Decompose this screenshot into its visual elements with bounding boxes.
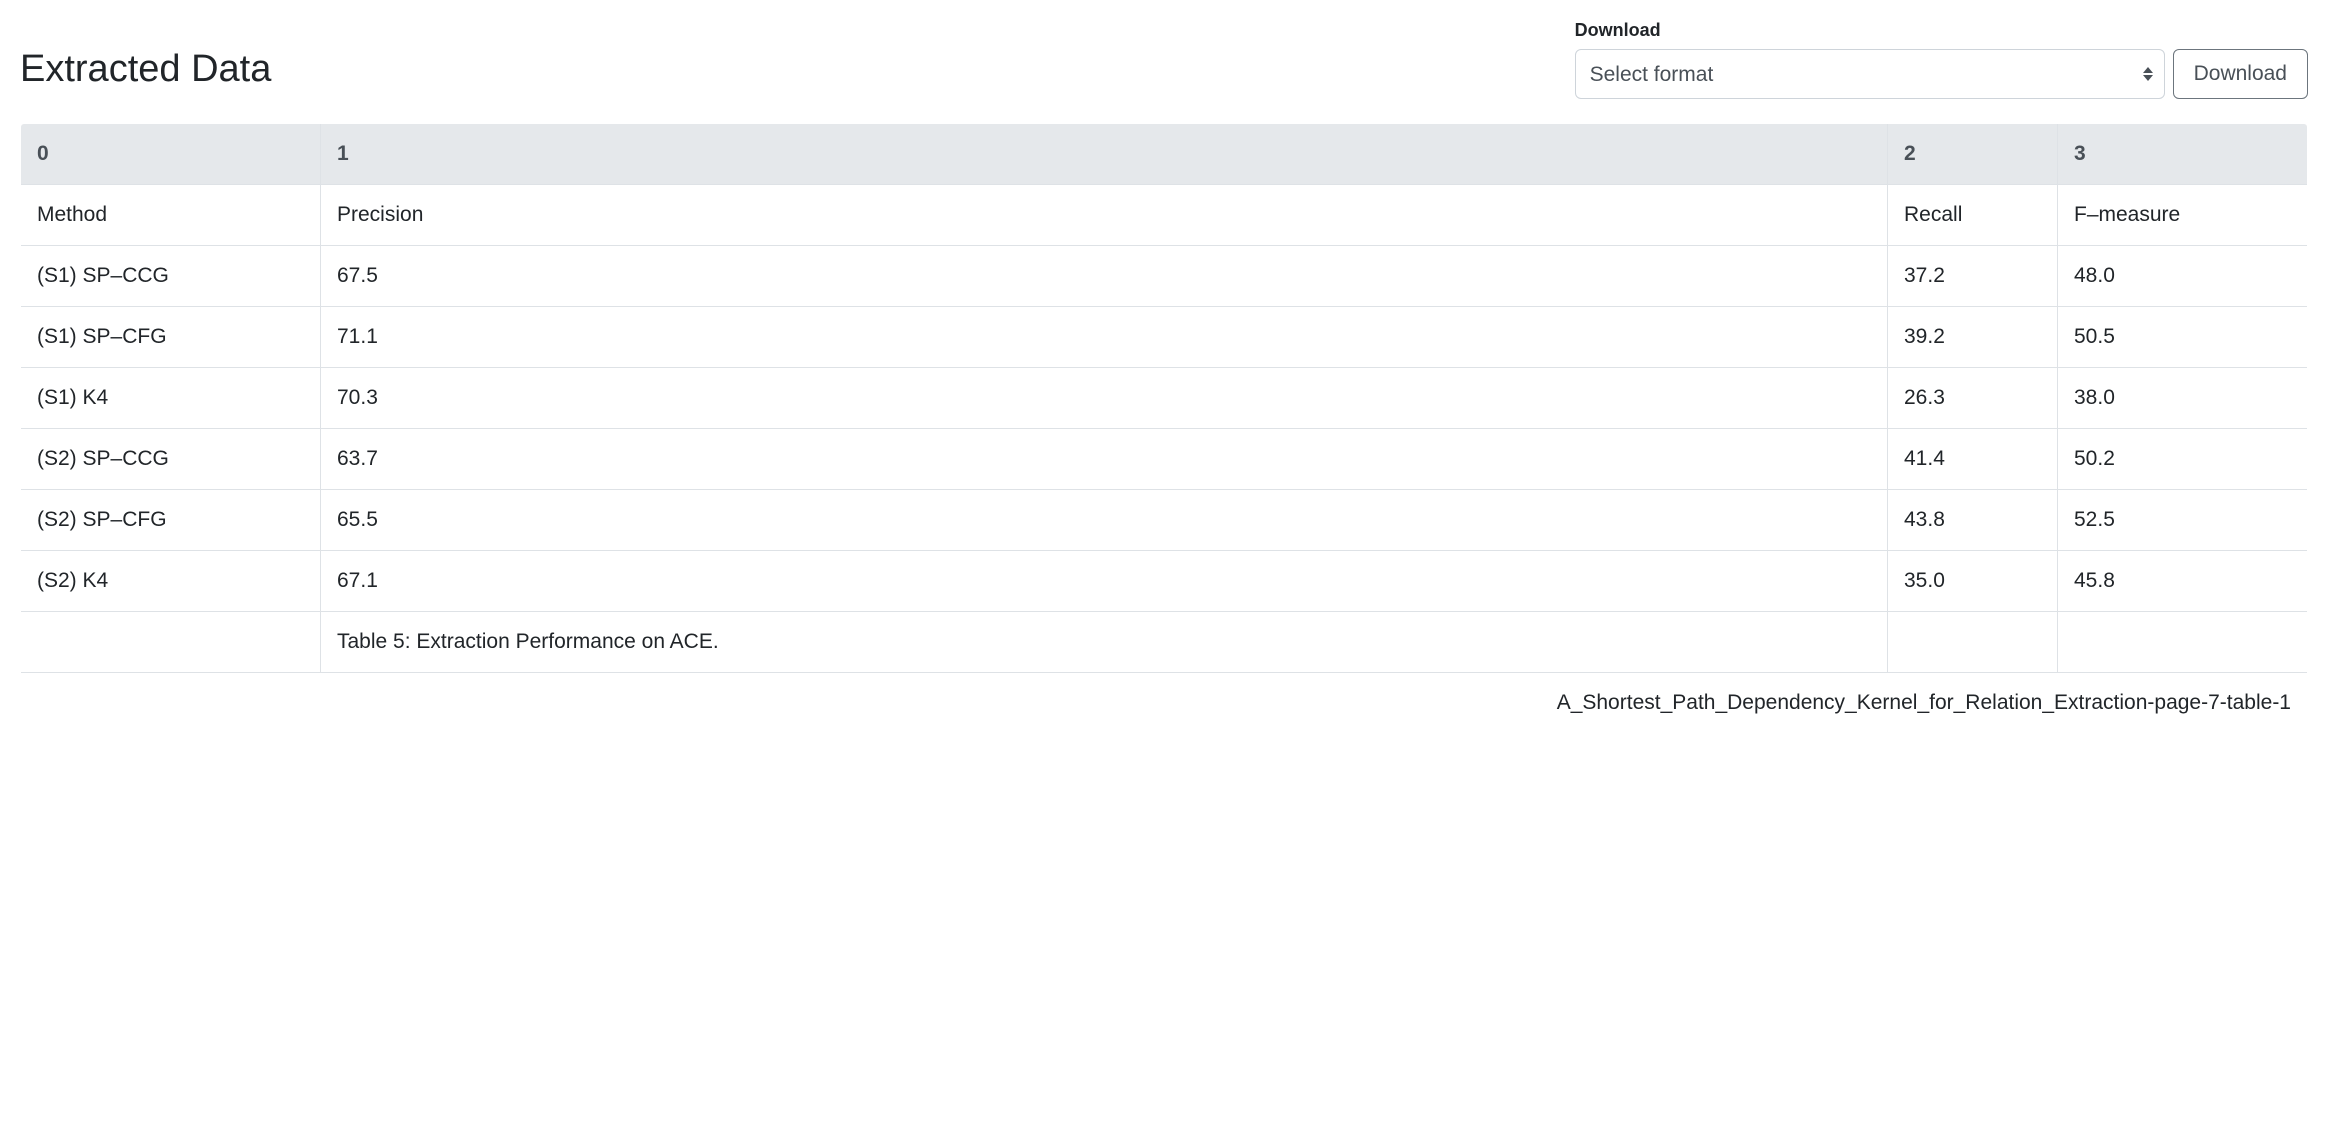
table-cell: 52.5 <box>2058 490 2308 551</box>
table-cell <box>2058 612 2308 673</box>
page-title: Extracted Data <box>20 48 271 91</box>
table-cell: Table 5: Extraction Performance on ACE. <box>321 612 1888 673</box>
download-section: Download Select format Download <box>1575 20 2308 99</box>
table-cell <box>1888 612 2058 673</box>
table-cell: Method <box>21 185 321 246</box>
table-row: (S1) SP–CCG 67.5 37.2 48.0 <box>21 246 2308 307</box>
table-cell: (S2) K4 <box>21 551 321 612</box>
table-header-cell: 3 <box>2058 124 2308 185</box>
table-cell: 48.0 <box>2058 246 2308 307</box>
table-row: (S1) K4 70.3 26.3 38.0 <box>21 368 2308 429</box>
table-row: Method Precision Recall F–measure <box>21 185 2308 246</box>
table-header-cell: 0 <box>21 124 321 185</box>
table-cell: (S2) SP–CFG <box>21 490 321 551</box>
table-cell: (S1) SP–CCG <box>21 246 321 307</box>
table-cell: 26.3 <box>1888 368 2058 429</box>
table-cell: 50.5 <box>2058 307 2308 368</box>
table-cell: 67.5 <box>321 246 1888 307</box>
table-cell: F–measure <box>2058 185 2308 246</box>
table-cell: 65.5 <box>321 490 1888 551</box>
table-cell: 43.8 <box>1888 490 2058 551</box>
table-cell <box>21 612 321 673</box>
table-caption-row: A_Shortest_Path_Dependency_Kernel_for_Re… <box>21 673 2308 734</box>
table-cell: Recall <box>1888 185 2058 246</box>
table-cell: 50.2 <box>2058 429 2308 490</box>
download-label: Download <box>1575 20 2308 41</box>
format-select[interactable]: Select format <box>1575 49 2165 99</box>
table-cell: Precision <box>321 185 1888 246</box>
table-row: (S2) SP–CFG 65.5 43.8 52.5 <box>21 490 2308 551</box>
table-cell: 38.0 <box>2058 368 2308 429</box>
table-cell: 39.2 <box>1888 307 2058 368</box>
download-button[interactable]: Download <box>2173 49 2308 99</box>
table-cell: (S1) K4 <box>21 368 321 429</box>
table-row: Table 5: Extraction Performance on ACE. <box>21 612 2308 673</box>
data-table: 0 1 2 3 Method Precision Recall F–measur… <box>20 123 2308 734</box>
table-row: (S2) SP–CCG 63.7 41.4 50.2 <box>21 429 2308 490</box>
table-cell: 71.1 <box>321 307 1888 368</box>
table-cell: 35.0 <box>1888 551 2058 612</box>
table-cell: 41.4 <box>1888 429 2058 490</box>
table-cell: 63.7 <box>321 429 1888 490</box>
table-cell: (S2) SP–CCG <box>21 429 321 490</box>
table-row: (S1) SP–CFG 71.1 39.2 50.5 <box>21 307 2308 368</box>
table-cell: 45.8 <box>2058 551 2308 612</box>
table-header-row: 0 1 2 3 <box>21 124 2308 185</box>
table-cell: (S1) SP–CFG <box>21 307 321 368</box>
table-caption: A_Shortest_Path_Dependency_Kernel_for_Re… <box>21 673 2308 734</box>
table-header-cell: 2 <box>1888 124 2058 185</box>
table-row: (S2) K4 67.1 35.0 45.8 <box>21 551 2308 612</box>
table-cell: 67.1 <box>321 551 1888 612</box>
table-cell: 37.2 <box>1888 246 2058 307</box>
table-header-cell: 1 <box>321 124 1888 185</box>
table-cell: 70.3 <box>321 368 1888 429</box>
